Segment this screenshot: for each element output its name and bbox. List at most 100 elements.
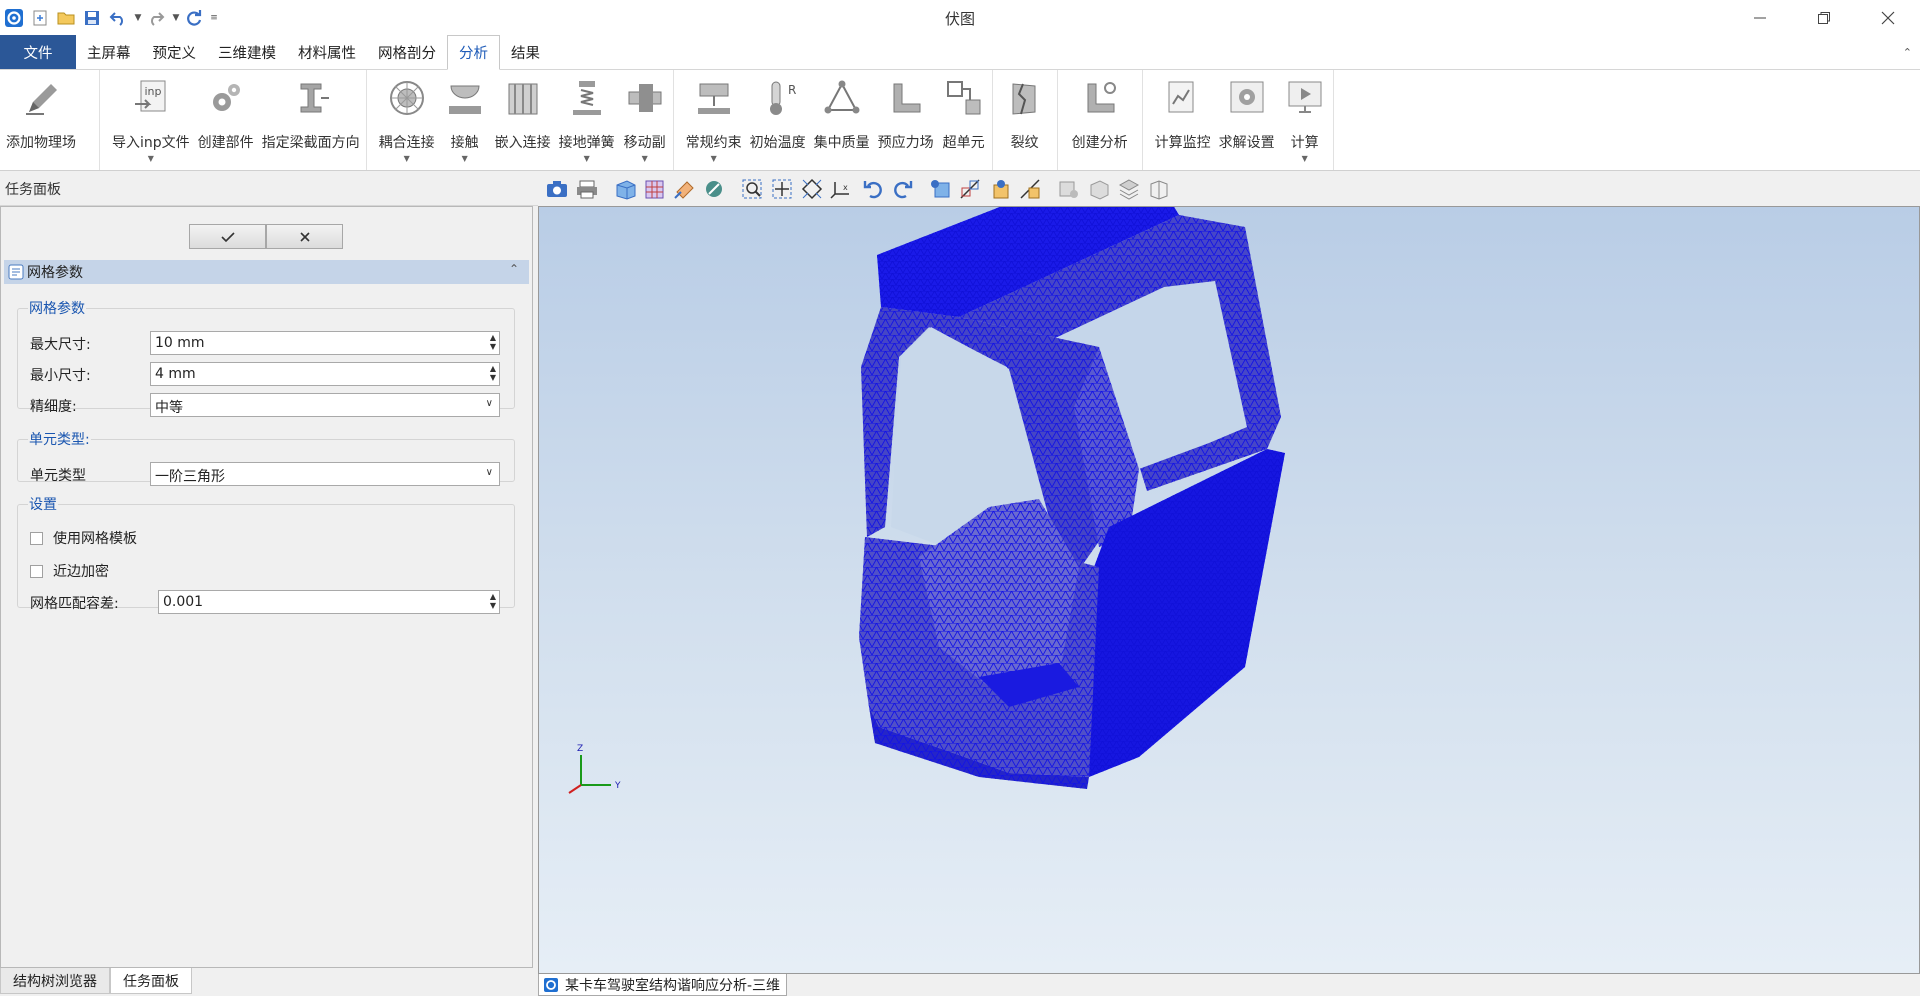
close-icon bbox=[299, 231, 310, 242]
tab-meshing[interactable]: 网格剖分 bbox=[367, 35, 447, 69]
wireframe-box-icon[interactable] bbox=[1144, 175, 1174, 203]
tab-structure-tree[interactable]: 结构树浏览器 bbox=[0, 968, 110, 994]
screenshot-icon[interactable] bbox=[542, 175, 572, 203]
settings-legend: 设置 bbox=[29, 497, 57, 513]
mesh-lines-icon[interactable] bbox=[1016, 175, 1046, 203]
axis-triad: Z Y bbox=[568, 744, 621, 794]
open-folder-icon[interactable] bbox=[54, 6, 78, 30]
transparency-icon[interactable] bbox=[986, 175, 1016, 203]
save-icon[interactable] bbox=[80, 6, 104, 30]
embed-button[interactable]: 嵌入连接 bbox=[491, 70, 555, 170]
restore-button[interactable] bbox=[1792, 0, 1856, 36]
window-controls bbox=[1728, 0, 1920, 36]
app-logo-icon[interactable] bbox=[2, 6, 26, 30]
edge-refine-row[interactable]: 近边加密 bbox=[30, 561, 109, 581]
view-toolbar: x bbox=[538, 172, 1920, 206]
create-part-button[interactable]: 创建部件 bbox=[194, 70, 258, 170]
chevron-down-icon: ∨ bbox=[485, 398, 493, 409]
tab-task-panel[interactable]: 任务面板 bbox=[110, 968, 192, 994]
general-constraint-button[interactable]: 常规约束 ▼ bbox=[676, 70, 746, 170]
constraint-icon bbox=[692, 76, 736, 120]
add-physics-button[interactable]: 添加物理场 bbox=[2, 70, 80, 170]
show-parts-icon[interactable] bbox=[1054, 175, 1084, 203]
slider-joint-button[interactable]: 移动副 ▼ bbox=[619, 70, 671, 170]
min-size-spinner-icon[interactable]: ▲ ▼ bbox=[490, 364, 496, 382]
tab-predefine[interactable]: 预定义 bbox=[142, 35, 208, 69]
solver-settings-button[interactable]: 求解设置 bbox=[1215, 70, 1279, 170]
prestress-field-button[interactable]: 预应力场 bbox=[874, 70, 938, 170]
undo-icon[interactable] bbox=[106, 6, 130, 30]
redo-dropdown-icon[interactable]: ▼ bbox=[170, 6, 182, 30]
beam-section-icon bbox=[289, 76, 333, 120]
print-icon[interactable] bbox=[572, 175, 602, 203]
collapse-chevron-icon[interactable]: ⌃ bbox=[509, 262, 519, 276]
mesh-model[interactable] bbox=[539, 207, 1920, 974]
use-template-row[interactable]: 使用网格模板 bbox=[30, 528, 137, 548]
initial-temperature-button[interactable]: R 初始温度 bbox=[746, 70, 810, 170]
crack-icon bbox=[1003, 76, 1047, 120]
max-size-spinner-icon[interactable]: ▲ ▼ bbox=[490, 333, 496, 351]
minimize-button[interactable] bbox=[1728, 0, 1792, 36]
fit-view-icon[interactable] bbox=[798, 175, 828, 203]
superelement-button[interactable]: 超单元 bbox=[938, 70, 990, 170]
refresh-icon[interactable] bbox=[182, 6, 206, 30]
element-type-select[interactable]: 一阶三角形 ∨ bbox=[150, 462, 500, 486]
display-mode-icon[interactable] bbox=[640, 175, 670, 203]
axis-orientation-icon[interactable]: x bbox=[828, 175, 858, 203]
tolerance-spinner-icon[interactable]: ▲ ▼ bbox=[490, 592, 496, 610]
point-mass-button[interactable]: 集中质量 bbox=[810, 70, 874, 170]
panel-title: 任务面板 bbox=[0, 172, 538, 206]
beam-section-direction-button[interactable]: 指定梁截面方向 bbox=[258, 70, 364, 170]
undo-dropdown-icon[interactable]: ▼ bbox=[132, 6, 144, 30]
fineness-select[interactable]: 中等 ∨ bbox=[150, 393, 500, 417]
ok-button[interactable] bbox=[189, 224, 266, 249]
clip-plane-icon[interactable] bbox=[956, 175, 986, 203]
redo-icon[interactable] bbox=[144, 6, 168, 30]
tolerance-input[interactable]: 0.001 ▲ ▼ bbox=[158, 590, 500, 614]
coupling-button[interactable]: 耦合连接 ▼ bbox=[369, 70, 439, 170]
tab-analysis[interactable]: 分析 bbox=[447, 35, 500, 70]
tab-results[interactable]: 结果 bbox=[500, 35, 551, 69]
ground-spring-button[interactable]: 接地弹簧 ▼ bbox=[555, 70, 619, 170]
3d-viewport[interactable]: Z Y bbox=[538, 206, 1920, 974]
rotate-left-icon[interactable] bbox=[858, 175, 888, 203]
zoom-box-icon[interactable] bbox=[738, 175, 768, 203]
ribbon-collapse-icon[interactable]: ⌃ bbox=[1903, 46, 1912, 59]
fineness-row: 精细度: bbox=[30, 399, 77, 415]
inp-file-icon: inp bbox=[129, 76, 173, 120]
import-inp-button[interactable]: inp 导入inp文件 ▼ bbox=[102, 70, 194, 170]
tab-material[interactable]: 材料属性 bbox=[287, 35, 367, 69]
tab-3d-modeling[interactable]: 三维建模 bbox=[207, 35, 287, 69]
cancel-button[interactable] bbox=[266, 224, 343, 249]
tab-home[interactable]: 主屏幕 bbox=[76, 35, 142, 69]
confirm-bar bbox=[189, 224, 343, 249]
crack-button[interactable]: 裂纹 bbox=[995, 70, 1055, 170]
section-view-icon[interactable] bbox=[670, 175, 700, 203]
view-front-icon[interactable] bbox=[926, 175, 956, 203]
title-bar: ▼ ▼ ≡ 伏图 bbox=[0, 0, 1920, 36]
embed-icon bbox=[501, 76, 545, 120]
view-cube-icon[interactable] bbox=[610, 175, 640, 203]
customize-qat-icon[interactable]: ≡ bbox=[208, 6, 220, 30]
show-solid-icon[interactable] bbox=[1084, 175, 1114, 203]
pan-icon[interactable] bbox=[768, 175, 798, 203]
section-header-mesh-params[interactable]: 网格参数 ⌃ bbox=[4, 260, 529, 284]
section-title: 网格参数 bbox=[27, 265, 83, 281]
ribbon-group-crack: 裂纹 bbox=[993, 70, 1058, 170]
hide-icon[interactable] bbox=[700, 175, 730, 203]
use-template-checkbox[interactable] bbox=[30, 531, 43, 545]
compute-button[interactable]: 计算 ▼ bbox=[1279, 70, 1331, 170]
edge-refine-checkbox[interactable] bbox=[30, 564, 43, 578]
compute-monitor-button[interactable]: 计算监控 bbox=[1145, 70, 1215, 170]
new-file-icon[interactable] bbox=[28, 6, 52, 30]
tab-file[interactable]: 文件 bbox=[0, 35, 76, 69]
show-layers-icon[interactable] bbox=[1114, 175, 1144, 203]
contact-button[interactable]: 接触 ▼ bbox=[439, 70, 491, 170]
document-tab[interactable]: 某卡车驾驶室结构谐响应分析-三维 bbox=[538, 974, 788, 996]
create-analysis-button[interactable]: 创建分析 bbox=[1060, 70, 1140, 170]
close-button[interactable] bbox=[1856, 0, 1920, 36]
max-size-input[interactable]: 10 mm ▲ ▼ bbox=[150, 331, 500, 355]
settings-group: 设置 使用网格模板 近边加密 网格匹配容差: 0.001 ▲ ▼ bbox=[17, 494, 515, 614]
min-size-input[interactable]: 4 mm ▲ ▼ bbox=[150, 362, 500, 386]
rotate-right-icon[interactable] bbox=[888, 175, 918, 203]
